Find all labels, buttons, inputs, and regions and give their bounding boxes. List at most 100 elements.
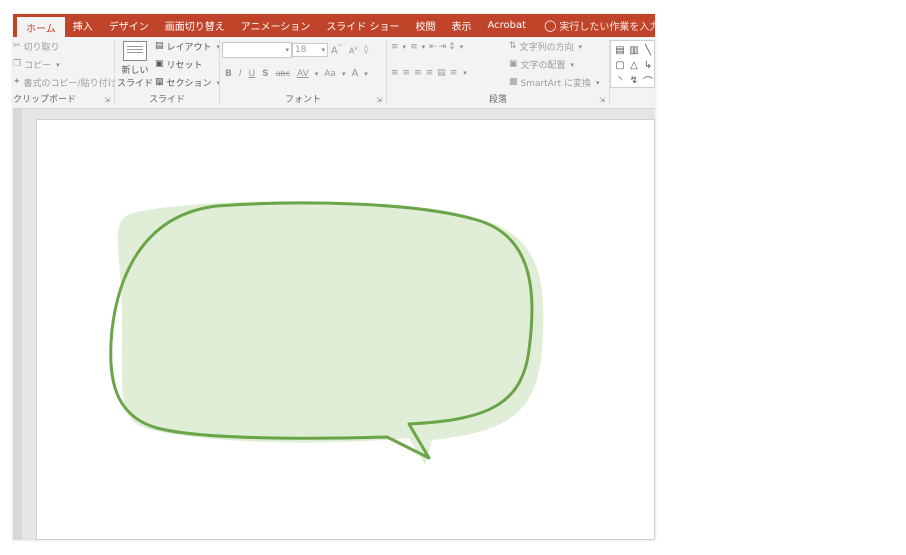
new-slide-label-line1: 新しい bbox=[121, 66, 149, 76]
tab-transitions[interactable]: 画面切り替え bbox=[157, 14, 233, 37]
group-paragraph: ≡ ▾ ≡ ▾ ⇤ ⇥ ↕ ▾ ≡ ≡ ≡ ≡ ▤ ≡ ▾ ⇅ 文字列の方向 ▾… bbox=[387, 37, 609, 108]
group-label-font: フォント bbox=[284, 95, 321, 105]
line-shape-icon[interactable]: ╲ bbox=[641, 43, 655, 58]
italic-button[interactable]: I bbox=[236, 69, 245, 79]
layout-button[interactable]: ▤ レイアウト ▾ bbox=[155, 40, 222, 54]
dialog-launcher-icon[interactable]: ⇲ bbox=[599, 96, 605, 104]
char-spacing-button[interactable]: AV bbox=[294, 69, 312, 79]
chevron-down-icon: ▾ bbox=[402, 43, 407, 51]
clear-format-icon[interactable]: ◊ bbox=[361, 45, 371, 55]
scissors-icon: ✂ bbox=[13, 41, 21, 51]
group-label-clipboard: クリップボード bbox=[13, 95, 77, 105]
group-font: ▾ 18 ▾ A^ Av ◊ B I U S abc AV ▾ Aa ▾ A ▾… bbox=[220, 37, 386, 108]
section-button[interactable]: ▧ セクション ▾ bbox=[155, 76, 222, 90]
vertical-textbox-shape-icon[interactable]: ▥ bbox=[627, 43, 641, 58]
new-slide-button[interactable]: ✸ 新しい スライド ▾ bbox=[117, 39, 162, 89]
font-format-row: B I U S abc AV ▾ Aa ▾ A ▾ bbox=[222, 68, 370, 79]
numbering-icon[interactable]: ≡ bbox=[410, 42, 418, 52]
speech-bubble-shape[interactable] bbox=[37, 120, 655, 540]
tab-design[interactable]: デザイン bbox=[101, 14, 157, 37]
align-center-icon[interactable]: ≡ bbox=[403, 68, 411, 78]
strikethrough-button[interactable]: abc bbox=[273, 69, 293, 78]
dialog-launcher-icon[interactable]: ⇲ bbox=[376, 96, 382, 104]
format-painter-label: 書式のコピー/貼り付け bbox=[23, 79, 117, 89]
tab-acrobat[interactable]: Acrobat bbox=[480, 14, 535, 37]
bold-button[interactable]: B bbox=[222, 69, 235, 79]
align-text-icon: ▣ bbox=[509, 59, 518, 69]
chevron-down-icon: ▾ bbox=[578, 42, 583, 51]
copy-icon: ❐ bbox=[13, 59, 22, 69]
curve-shape-icon[interactable]: ⌒ bbox=[641, 73, 655, 88]
rectangle-shape-icon[interactable]: ▢ bbox=[613, 58, 627, 73]
smartart-label: SmartArt に変換 bbox=[520, 79, 591, 89]
chevron-down-icon: ▾ bbox=[463, 69, 467, 77]
bullets-icon[interactable]: ≡ bbox=[391, 42, 399, 52]
paragraph-list-row: ≡ ▾ ≡ ▾ ⇤ ⇥ ↕ ▾ bbox=[391, 42, 465, 52]
dialog-launcher-icon[interactable]: ⇲ bbox=[104, 96, 110, 104]
freeform-shape-icon[interactable]: ◝ bbox=[613, 73, 627, 88]
shadow-button[interactable]: S bbox=[259, 69, 271, 79]
chevron-down-icon: ▾ bbox=[421, 43, 426, 51]
group-label-slides: スライド bbox=[148, 95, 185, 105]
reset-button[interactable]: ▣ リセット bbox=[155, 58, 203, 72]
tab-animations[interactable]: アニメーション bbox=[233, 14, 319, 37]
tell-me-text: 実行したい作業を入力してください... bbox=[559, 22, 655, 33]
distribute-icon[interactable]: ▤ bbox=[437, 68, 446, 78]
underline-button[interactable]: U bbox=[246, 69, 259, 79]
chevron-down-icon: ▾ bbox=[459, 43, 464, 51]
arrow-shape-icon[interactable]: ↯ bbox=[627, 73, 641, 88]
chevron-down-icon: ▾ bbox=[285, 46, 289, 54]
layout-label: レイアウト bbox=[166, 43, 212, 53]
new-slide-label-line2: スライド ▾ bbox=[117, 79, 162, 89]
justify-icon[interactable]: ≡ bbox=[426, 68, 434, 78]
font-color-button[interactable]: A bbox=[348, 68, 361, 79]
paragraph-align-row: ≡ ≡ ≡ ≡ ▤ ≡ ▾ bbox=[391, 68, 469, 78]
slide-icon bbox=[123, 41, 147, 61]
line-spacing-icon[interactable]: ↕ bbox=[448, 42, 456, 52]
shapes-gallery[interactable]: ▤ ▥ ╲ ▢ △ ↳ ◝ ↯ ⌒ bbox=[610, 40, 655, 88]
format-painter-button[interactable]: ✦ 書式のコピー/貼り付け bbox=[13, 76, 117, 90]
paintbrush-icon: ✦ bbox=[13, 77, 21, 87]
triangle-shape-icon[interactable]: △ bbox=[627, 58, 641, 73]
cut-button[interactable]: ✂ 切り取り bbox=[13, 40, 60, 54]
columns-icon[interactable]: ≡ bbox=[450, 68, 458, 78]
lightbulb-icon: ◯ bbox=[544, 19, 557, 32]
align-text-button[interactable]: ▣ 文字の配置 ▾ bbox=[509, 58, 576, 72]
grow-font-button[interactable]: A^ bbox=[328, 44, 346, 56]
smartart-icon: ▩ bbox=[509, 77, 518, 87]
align-text-label: 文字の配置 bbox=[520, 61, 566, 71]
align-right-icon[interactable]: ≡ bbox=[414, 68, 422, 78]
chevron-down-icon: ▾ bbox=[570, 60, 575, 69]
elbow-connector-icon[interactable]: ↳ bbox=[641, 58, 655, 73]
text-direction-label: 文字列の方向 bbox=[519, 43, 574, 53]
tab-insert[interactable]: 挿入 bbox=[65, 14, 101, 37]
tab-home[interactable]: ホーム bbox=[17, 17, 65, 37]
chevron-down-icon: ▾ bbox=[341, 69, 346, 78]
change-case-button[interactable]: Aa bbox=[321, 69, 339, 79]
textbox-shape-icon[interactable]: ▤ bbox=[613, 43, 627, 58]
font-size-combo[interactable]: 18 ▾ bbox=[292, 43, 328, 57]
speech-bubble-fill bbox=[117, 201, 544, 465]
align-left-icon[interactable]: ≡ bbox=[391, 68, 399, 78]
tab-review[interactable]: 校閲 bbox=[408, 14, 444, 37]
chevron-down-icon: ▾ bbox=[314, 69, 319, 78]
copy-button[interactable]: ❐ コピー ▾ bbox=[13, 58, 62, 72]
tab-view[interactable]: 表示 bbox=[444, 14, 480, 37]
increase-indent-icon[interactable]: ⇥ bbox=[439, 42, 447, 52]
section-label: セクション bbox=[166, 79, 212, 89]
reset-label: リセット bbox=[166, 61, 203, 71]
shrink-font-button[interactable]: Av bbox=[346, 45, 361, 56]
slide-canvas[interactable] bbox=[36, 119, 655, 540]
thumbnail-pane-edge[interactable] bbox=[13, 109, 22, 540]
group-label-paragraph: 段落 bbox=[488, 95, 507, 105]
tell-me-search[interactable]: ◯ 実行したい作業を入力してください... bbox=[534, 14, 655, 37]
ribbon-home: ✂ 切り取り ❐ コピー ▾ ✦ 書式のコピー/貼り付け クリップボード ⇲ ✸… bbox=[13, 37, 655, 109]
font-name-combo[interactable]: ▾ bbox=[222, 42, 292, 58]
smartart-button[interactable]: ▩ SmartArt に変換 ▾ bbox=[509, 76, 602, 90]
text-direction-button[interactable]: ⇅ 文字列の方向 ▾ bbox=[509, 40, 584, 54]
chevron-down-icon: ▾ bbox=[321, 46, 325, 54]
section-icon: ▧ bbox=[155, 77, 164, 87]
copy-label: コピー bbox=[24, 61, 52, 71]
tab-slideshow[interactable]: スライド ショー bbox=[318, 14, 407, 37]
decrease-indent-icon[interactable]: ⇤ bbox=[429, 42, 437, 52]
